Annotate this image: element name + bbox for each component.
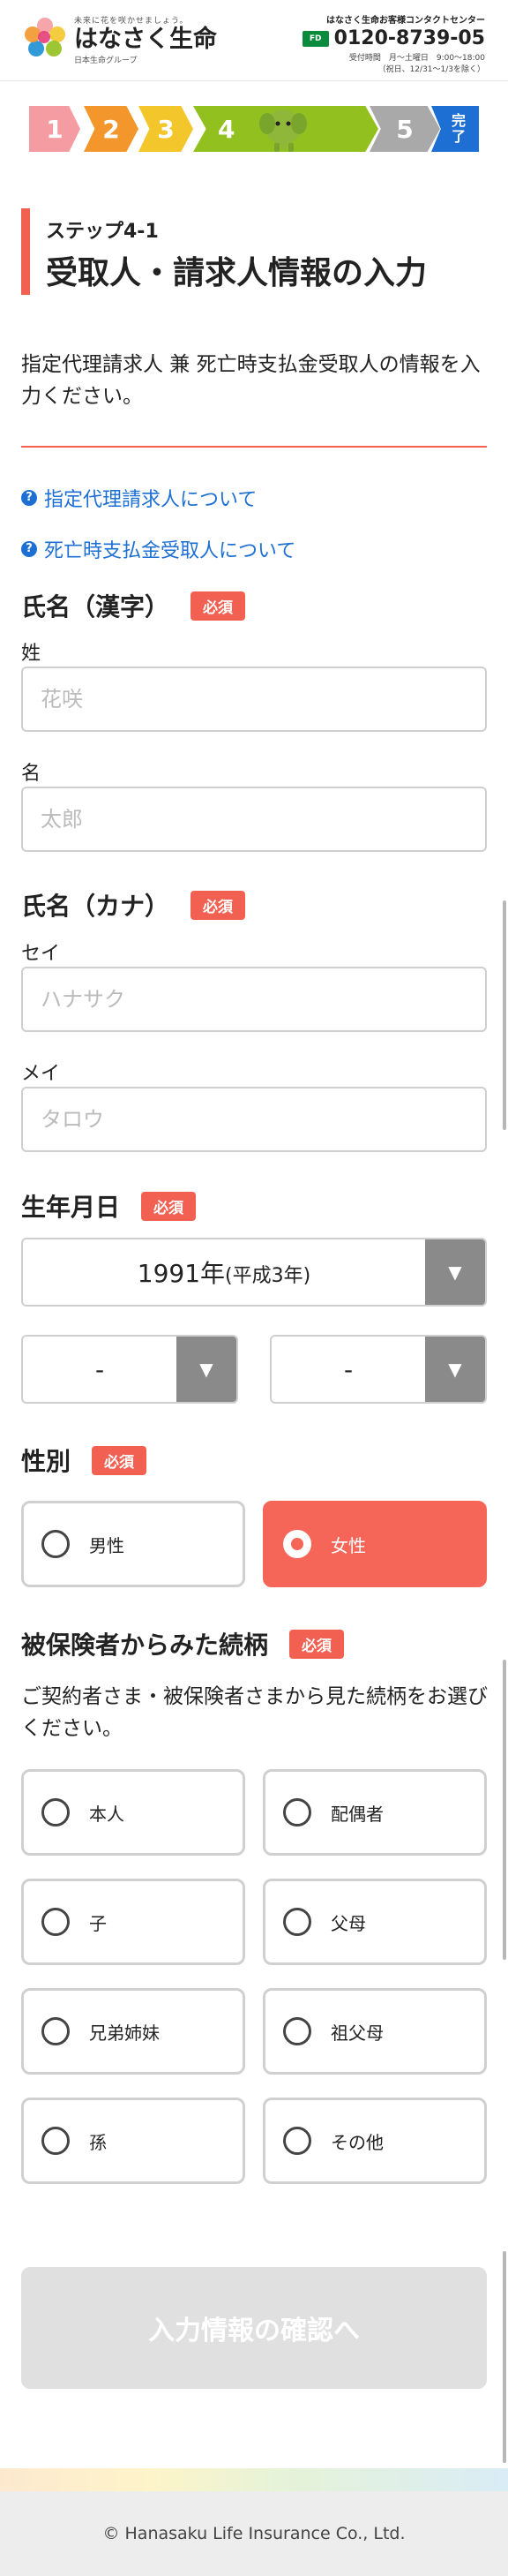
- birth-day-value: -: [343, 1354, 354, 1384]
- radio-icon: [283, 2017, 311, 2045]
- dropdown-arrow-icon: ▼: [425, 1337, 485, 1402]
- gender-label: 性別 必須: [21, 1442, 147, 1478]
- contact-hours: 受付時間 月〜土曜日 9:00〜18:00: [348, 54, 485, 63]
- step-subtitle: ステップ4-1: [46, 221, 159, 243]
- confirm-input-button[interactable]: 入力情報の確認へ: [21, 2267, 487, 2389]
- contact-hours-note: （祝日、12/31〜1/3を除く）: [377, 65, 485, 74]
- relationship-option-parent[interactable]: 父母: [263, 1879, 487, 1965]
- page-heading: ステップ4-1 受取人・請求人情報の入力: [21, 208, 427, 295]
- radio-icon: [41, 1530, 70, 1558]
- relationship-option-grandchild[interactable]: 孫: [21, 2098, 245, 2184]
- footer-copyright: © Hanasaku Life Insurance Co., Ltd.: [0, 2491, 508, 2576]
- gender-option-male[interactable]: 男性: [21, 1501, 245, 1587]
- step-complete-line2: 了: [451, 128, 466, 145]
- required-badge: 必須: [92, 1445, 147, 1475]
- radio-icon: [283, 1908, 311, 1936]
- step-2: 2: [84, 106, 138, 152]
- birth-month-value: -: [94, 1354, 105, 1384]
- first-name-kana-input[interactable]: [21, 1087, 487, 1152]
- birth-month-select[interactable]: - ▼: [21, 1335, 238, 1404]
- relationship-option-child[interactable]: 子: [21, 1879, 245, 1965]
- elephant-mascot-icon: [259, 109, 307, 152]
- birth-year-value: 1991年: [137, 1259, 226, 1288]
- brand-group: 日本生命グループ: [74, 56, 138, 65]
- relationship-option-spouse[interactable]: 配偶者: [263, 1769, 487, 1856]
- last-name-kanji-input[interactable]: [21, 667, 487, 732]
- radio-icon: [41, 2127, 70, 2155]
- relationship-description: ご契約者さま・被保険者さまから見た続柄をお選びください。: [21, 1685, 488, 1740]
- step-5: 5: [370, 106, 440, 152]
- relationship-option-self[interactable]: 本人: [21, 1769, 245, 1856]
- birth-day-select[interactable]: - ▼: [270, 1335, 487, 1404]
- help-link-label: 死亡時支払金受取人について: [44, 540, 296, 562]
- step-1: 1: [29, 106, 80, 152]
- step-complete-line1: 完: [451, 112, 466, 129]
- scrollbar[interactable]: [503, 2251, 506, 2463]
- last-name-kanji-label: 姓: [21, 643, 41, 665]
- gender-option-female[interactable]: 女性: [263, 1501, 487, 1587]
- first-name-kana-label: メイ: [21, 1063, 61, 1085]
- radio-icon: [41, 2017, 70, 2045]
- intro-text: 指定代理請求人 兼 死亡時支払金受取人の情報を入力ください。: [21, 353, 481, 408]
- phone-number[interactable]: 0120-8739-05: [334, 27, 485, 49]
- section-divider: [21, 446, 487, 448]
- radio-icon: [283, 1798, 311, 1827]
- page-title: 受取人・請求人情報の入力: [46, 255, 428, 291]
- contact-center: はなさく生命お客様コンタクトセンター FD 0120-8739-05 受付時間 …: [302, 12, 485, 74]
- relationship-label: 被保険者からみた続柄 必須: [21, 1626, 345, 1661]
- last-name-kana-label: セイ: [21, 943, 61, 965]
- required-badge: 必須: [289, 1629, 345, 1659]
- question-icon: ?: [21, 541, 37, 557]
- help-link-death-beneficiary[interactable]: ? 死亡時支払金受取人について: [21, 535, 295, 563]
- contact-title: はなさく生命お客様コンタクトセンター: [326, 16, 485, 26]
- freedial-icon: FD: [302, 30, 329, 47]
- last-name-kana-input[interactable]: [21, 967, 487, 1032]
- scrollbar[interactable]: [503, 900, 506, 1130]
- contact-phone[interactable]: FD 0120-8739-05: [302, 27, 485, 49]
- name-kana-label: 氏名（カナ） 必須: [21, 887, 246, 923]
- help-link-label: 指定代理請求人について: [44, 489, 258, 511]
- site-header: 未来に花を咲かせましょう。 はなさく生命 日本生命グループ はなさく生命お客様コ…: [0, 0, 508, 81]
- dropdown-arrow-icon: ▼: [425, 1239, 485, 1305]
- radio-checked-icon: [283, 1530, 311, 1558]
- progress-steps: 1 2 3 4 5 完 了: [29, 106, 479, 152]
- brand-tagline: 未来に花を咲かせましょう。: [74, 17, 189, 26]
- birth-year-select[interactable]: 1991年(平成3年) ▼: [21, 1238, 487, 1307]
- birth-year-era: (平成3年): [225, 1265, 311, 1287]
- required-badge: 必須: [190, 591, 246, 621]
- required-badge: 必須: [141, 1191, 197, 1221]
- radio-icon: [283, 2127, 311, 2155]
- scrollbar[interactable]: [503, 1660, 506, 1960]
- first-name-kanji-label: 名: [21, 763, 41, 785]
- radio-icon: [41, 1798, 70, 1827]
- relationship-option-other[interactable]: その他: [263, 2098, 487, 2184]
- required-badge: 必須: [190, 890, 246, 920]
- brand-logo[interactable]: 未来に花を咲かせましょう。 はなさく生命 日本生命グループ: [23, 14, 217, 65]
- help-link-proxy-claimant[interactable]: ? 指定代理請求人について: [21, 484, 257, 512]
- flower-logo-icon: [23, 18, 67, 62]
- dropdown-arrow-icon: ▼: [176, 1337, 236, 1402]
- radio-icon: [41, 1908, 70, 1936]
- first-name-kanji-input[interactable]: [21, 787, 487, 852]
- relationship-option-sibling[interactable]: 兄弟姉妹: [21, 1988, 245, 2075]
- name-kanji-label: 氏名（漢字） 必須: [21, 588, 246, 623]
- brand-name: はなさく生命: [74, 26, 217, 53]
- relationship-option-grandparent[interactable]: 祖父母: [263, 1988, 487, 2075]
- question-icon: ?: [21, 490, 37, 506]
- footer-gradient-band: [0, 2468, 508, 2491]
- birthdate-label: 生年月日 必須: [21, 1188, 197, 1224]
- step-3: 3: [138, 106, 193, 152]
